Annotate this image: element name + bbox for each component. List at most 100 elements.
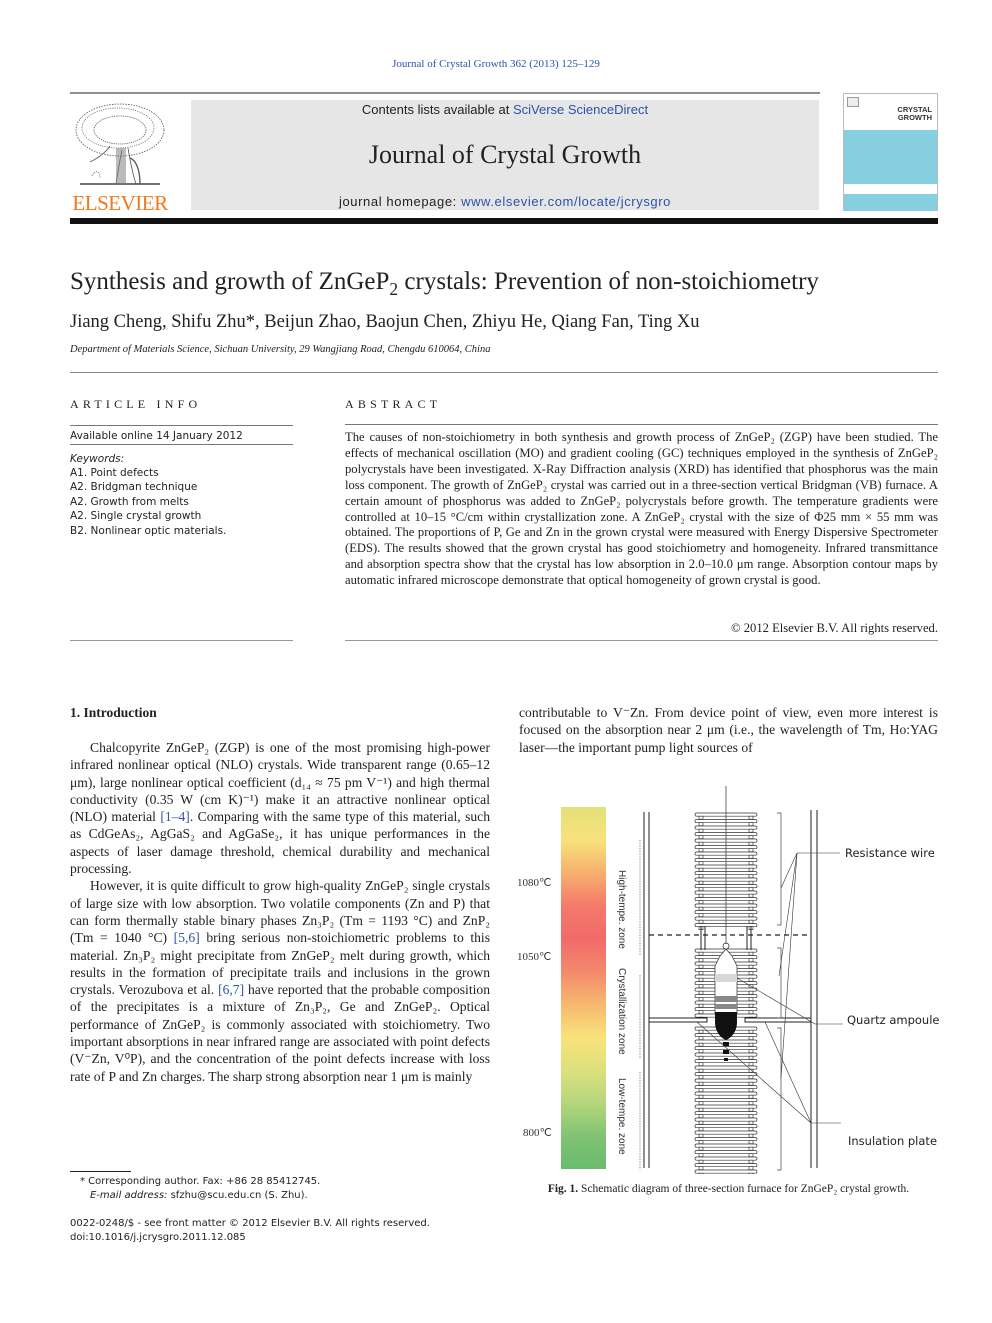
coil-turn xyxy=(694,1130,758,1135)
coil-terminal xyxy=(698,874,704,878)
coil-terminal xyxy=(698,906,704,911)
coil-terminal xyxy=(748,815,754,820)
furnace-diagram: 1080℃ 1050℃ 800℃ High-tempe. zone Crysta… xyxy=(517,786,939,1177)
coil-terminal xyxy=(698,977,704,982)
email-note: E-mail address: sfzhu@scu.edu.cn (S. Zhu… xyxy=(90,1189,308,1203)
issn-line: 0022-0248/$ - see front matter © 2012 El… xyxy=(70,1218,430,1229)
email-label: E-mail address: xyxy=(90,1190,168,1201)
temperature-color-bar xyxy=(561,807,606,1169)
citation-link[interactable]: [1–4] xyxy=(160,809,189,824)
coil-terminal xyxy=(748,1153,754,1158)
coil-terminal xyxy=(748,1159,754,1164)
coil-terminal xyxy=(698,887,704,891)
intro-body: Chalcopyrite ZnGeP₂ (ZGP) is one of the … xyxy=(70,739,490,1085)
coil-terminal xyxy=(748,1172,754,1177)
coil-terminal xyxy=(698,971,704,975)
author-list[interactable]: Jiang Cheng, Shifu Zhu*, Beijun Zhao, Ba… xyxy=(70,312,700,333)
coil-turn xyxy=(694,1078,758,1083)
cover-emblem-icon xyxy=(847,97,859,107)
abstract-bottom-rule xyxy=(345,640,938,641)
title-part: crystals: Prevention of non-stoichiometr… xyxy=(398,268,819,295)
journal-cover-thumbnail[interactable]: CRYSTAL GROWTH xyxy=(843,93,938,211)
zone-label-high: High-tempe. zone xyxy=(616,870,627,949)
coil-terminal xyxy=(698,1127,704,1132)
coil-turn xyxy=(694,1072,758,1077)
coil-terminal xyxy=(748,1055,754,1060)
doi-line[interactable]: doi:10.1016/j.jcrysgro.2011.12.085 xyxy=(70,1231,246,1245)
homepage-line: journal homepage: www.elsevier.com/locat… xyxy=(191,194,819,209)
homepage-link[interactable]: www.elsevier.com/locate/jcrysgro xyxy=(461,194,671,209)
coil-terminal xyxy=(748,1042,754,1047)
coil-terminal xyxy=(698,984,704,988)
citation-link[interactable]: [6,7] xyxy=(218,982,244,997)
title-divider xyxy=(70,372,938,373)
coil-terminal xyxy=(748,919,754,924)
coil-terminal xyxy=(748,880,754,885)
coil-terminal xyxy=(748,977,754,982)
coil-terminal xyxy=(698,964,704,969)
coil-terminal xyxy=(748,1081,754,1086)
coil-terminal xyxy=(748,822,754,827)
coil-terminal xyxy=(748,1010,754,1014)
coil-terminal xyxy=(748,900,754,904)
paragraph: Chalcopyrite ZnGeP₂ (ZGP) is one of the … xyxy=(70,739,490,877)
coil-terminal xyxy=(698,990,704,995)
keyword-list: A1. Point defects A2. Bridgman technique… xyxy=(70,466,226,538)
coil-turn xyxy=(694,1163,758,1168)
abstract-copyright: © 2012 Elsevier B.V. All rights reserved… xyxy=(731,621,938,635)
coil-terminal xyxy=(698,1107,704,1112)
coil-terminal xyxy=(748,1094,754,1099)
coil-turn xyxy=(694,1137,758,1142)
coil-turn xyxy=(694,1085,758,1090)
coil-terminal xyxy=(698,1153,704,1158)
cover-band xyxy=(844,130,937,184)
article-info-heading: ARTICLE INFO xyxy=(70,397,202,411)
coil-terminal xyxy=(698,1003,704,1008)
coil-terminal xyxy=(748,1029,754,1034)
coil-terminal xyxy=(698,822,704,827)
coil-terminal xyxy=(748,997,754,1001)
temperature-label-1080: 1080℃ xyxy=(517,877,551,889)
sciencedirect-link[interactable]: SciVerse ScienceDirect xyxy=(513,102,648,117)
coil-terminal xyxy=(698,1062,704,1067)
available-online: Available online 14 January 2012 xyxy=(70,430,243,442)
coil-terminal xyxy=(698,1172,704,1177)
coil-terminal xyxy=(748,867,754,872)
coil-terminal xyxy=(698,1140,704,1145)
furnace-outer-wall-right xyxy=(810,810,818,1168)
coil-terminal xyxy=(698,828,704,833)
coil-terminal xyxy=(698,900,704,904)
coil-terminal xyxy=(748,958,754,962)
coil-terminal xyxy=(748,1120,754,1125)
coil-terminal xyxy=(748,1036,754,1041)
publisher-wordmark: ELSEVIER xyxy=(72,191,168,215)
coil-terminal xyxy=(698,1029,704,1034)
coil-terminal xyxy=(748,913,754,917)
furnace-outer-wall-left xyxy=(643,812,650,1168)
abstract-text: The causes of non-stoichiometry in both … xyxy=(345,430,938,588)
coil-terminal xyxy=(698,893,704,898)
cover-title-line2: GROWTH xyxy=(897,113,932,122)
coil-terminal xyxy=(748,906,754,911)
keyword-item: A2. Growth from melts xyxy=(70,495,189,508)
title-subscript: 2 xyxy=(389,279,399,299)
coil-terminal xyxy=(698,919,704,924)
figure-caption-text: Schematic diagram of three-section furna… xyxy=(578,1183,910,1195)
zone-label-low: Low-tempe. zone xyxy=(616,1078,627,1155)
coil-terminal xyxy=(698,854,704,859)
coil-turn xyxy=(694,1169,758,1174)
running-head[interactable]: Journal of Crystal Growth 362 (2013) 125… xyxy=(0,58,992,70)
coil-turn xyxy=(694,1091,758,1096)
article-info-bottom-rule xyxy=(70,640,293,641)
coil-terminal xyxy=(698,1166,704,1171)
coil-turn xyxy=(694,1156,758,1161)
coil-terminal xyxy=(698,1049,704,1054)
coil-terminal xyxy=(748,964,754,969)
zone-label-crystallization: Crystallization zone xyxy=(616,968,627,1055)
masthead-thick-rule xyxy=(70,218,938,224)
coil-terminal xyxy=(698,1094,704,1099)
paragraph: However, it is quite difficult to grow h… xyxy=(70,877,490,1085)
email-address[interactable]: sfzhu@scu.edu.cn (S. Zhu). xyxy=(167,1190,308,1201)
citation-link[interactable]: [5,6] xyxy=(174,930,200,945)
coil-terminal xyxy=(748,828,754,833)
